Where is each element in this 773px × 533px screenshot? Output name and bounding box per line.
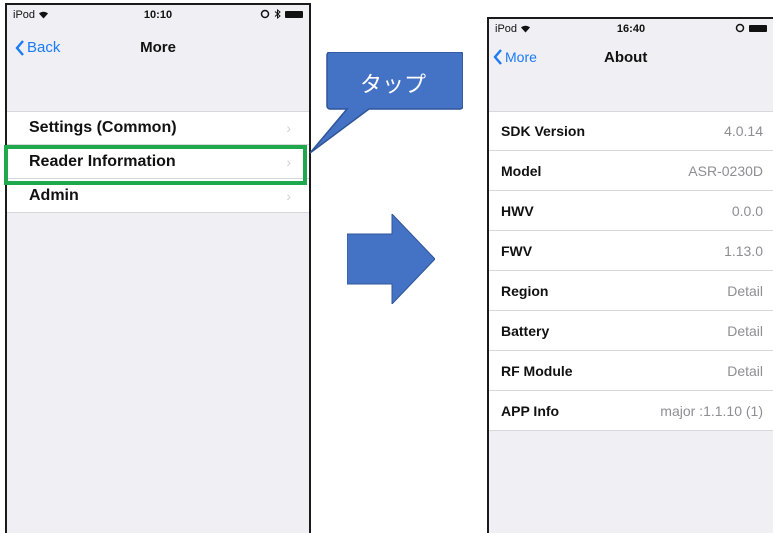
info-row-model: Model ASR-0230D [489, 151, 773, 191]
info-label: Model [501, 162, 542, 179]
detail-link[interactable]: Detail [727, 363, 763, 379]
info-label: HWV [501, 202, 534, 219]
info-label: APP Info [501, 402, 560, 419]
battery-icon [749, 24, 767, 32]
status-right [735, 23, 767, 33]
bluetooth-icon [274, 9, 281, 19]
lock-rotation-icon [260, 9, 270, 19]
highlight-box [4, 145, 307, 185]
status-time: 16:40 [616, 23, 646, 35]
back-label: More [505, 49, 537, 65]
arrow-right-icon [347, 214, 435, 304]
back-button[interactable]: More [493, 49, 537, 65]
info-row-region[interactable]: Region Detail [489, 271, 773, 311]
menu-item-label: Settings (Common) [29, 119, 177, 136]
info-label: Battery [501, 322, 550, 339]
info-label: FWV [501, 242, 533, 259]
info-value: major :1.1.10 (1) [660, 402, 763, 419]
status-bar: iPod 10:10 [7, 5, 309, 25]
chevron-right-icon: › [286, 187, 291, 204]
info-label: RF Module [501, 362, 573, 379]
nav-bar: Back More [7, 31, 309, 65]
info-row-fwv: FWV 1.13.0 [489, 231, 773, 271]
status-bar: iPod 16:40 [489, 19, 773, 39]
menu-item-settings-common[interactable]: Settings (Common) › [7, 111, 309, 145]
callout-label: タップ [359, 72, 426, 97]
info-row-hwv: HWV 0.0.0 [489, 191, 773, 231]
info-value: 0.0.0 [731, 202, 763, 219]
info-row-battery[interactable]: Battery Detail [489, 311, 773, 351]
info-label: SDK Version [501, 123, 586, 139]
status-right [260, 9, 303, 19]
info-row-app-info: APP Info major :1.1.10 (1) [489, 391, 773, 431]
info-value: 1.13.0 [724, 242, 763, 259]
info-value: 4.0.14 [724, 123, 763, 139]
battery-icon [285, 10, 303, 18]
detail-link[interactable]: Detail [727, 323, 763, 339]
info-label: Region [501, 282, 549, 299]
info-value: ASR-0230D [688, 162, 763, 179]
menu-item-label: Admin [29, 186, 79, 204]
about-screen: iPod 16:40 More About SDK Version 4.0.14… [487, 17, 773, 533]
nav-title: More [140, 39, 176, 56]
lock-rotation-icon [735, 23, 745, 33]
nav-bar: More About [489, 41, 773, 75]
more-screen: iPod 10:10 Back More Settings (Common) ›… [5, 3, 311, 533]
chevron-left-icon [493, 49, 502, 65]
chevron-right-icon: › [286, 120, 291, 136]
info-row-rf-module[interactable]: RF Module Detail [489, 351, 773, 391]
nav-title: About [604, 49, 648, 66]
detail-link[interactable]: Detail [727, 283, 763, 299]
info-row-sdk-version: SDK Version 4.0.14 [489, 111, 773, 151]
